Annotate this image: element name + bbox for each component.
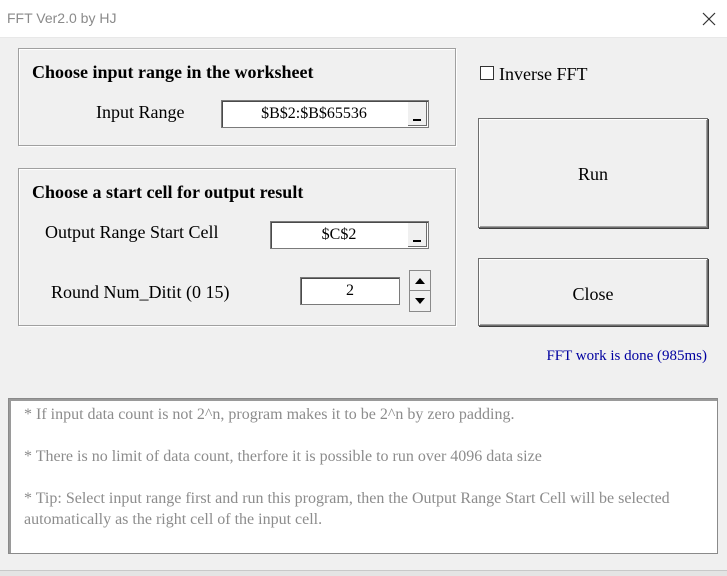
- round-label: Round Num_Ditit (0 15): [51, 282, 230, 302]
- note-line-1: * If input data count is not 2^n, progra…: [24, 406, 515, 423]
- output-start-label: Output Range Start Cell: [45, 222, 219, 242]
- output-start-value: $C$2: [321, 226, 357, 243]
- round-digit-spinner[interactable]: [409, 270, 431, 312]
- bottom-edge: [0, 570, 727, 576]
- dropdown-icon: [413, 119, 421, 121]
- inverse-fft-label[interactable]: Inverse FFT: [499, 64, 588, 85]
- run-button[interactable]: Run: [478, 118, 708, 228]
- inverse-fft-checkbox[interactable]: [480, 66, 494, 80]
- input-range-value: $B$2:$B$65536: [261, 105, 367, 122]
- spin-down-button[interactable]: [410, 291, 430, 311]
- notes-textbox[interactable]: * If input data count is not 2^n, progra…: [8, 398, 718, 554]
- close-icon[interactable]: [697, 7, 721, 31]
- round-digit-value: 2: [346, 282, 354, 299]
- output-start-picker-button[interactable]: [407, 223, 427, 247]
- run-button-label: Run: [577, 164, 608, 184]
- title-bar: FFT Ver2.0 by HJ: [0, 0, 727, 38]
- status-message: FFT work is done (985ms): [546, 348, 707, 364]
- input-range-field[interactable]: $B$2:$B$65536: [221, 100, 429, 128]
- dropdown-icon: [413, 240, 421, 242]
- round-digit-input[interactable]: 2: [300, 277, 400, 305]
- output-section-heading: Choose a start cell for output result: [32, 182, 304, 202]
- arrow-down-icon: [415, 298, 425, 304]
- window-title: FFT Ver2.0 by HJ: [7, 10, 117, 26]
- note-line-3: * Tip: Select input range first and run …: [24, 490, 670, 528]
- input-section-heading: Choose input range in the worksheet: [32, 62, 314, 82]
- input-range-picker-button[interactable]: [407, 102, 427, 126]
- arrow-up-icon: [415, 278, 425, 284]
- spin-up-button[interactable]: [410, 271, 430, 291]
- output-start-field[interactable]: $C$2: [270, 221, 429, 249]
- close-button-label: Close: [572, 284, 614, 304]
- close-button[interactable]: Close: [478, 258, 708, 326]
- note-line-2: * There is no limit of data count, therf…: [24, 448, 542, 465]
- input-range-label: Input Range: [96, 102, 185, 122]
